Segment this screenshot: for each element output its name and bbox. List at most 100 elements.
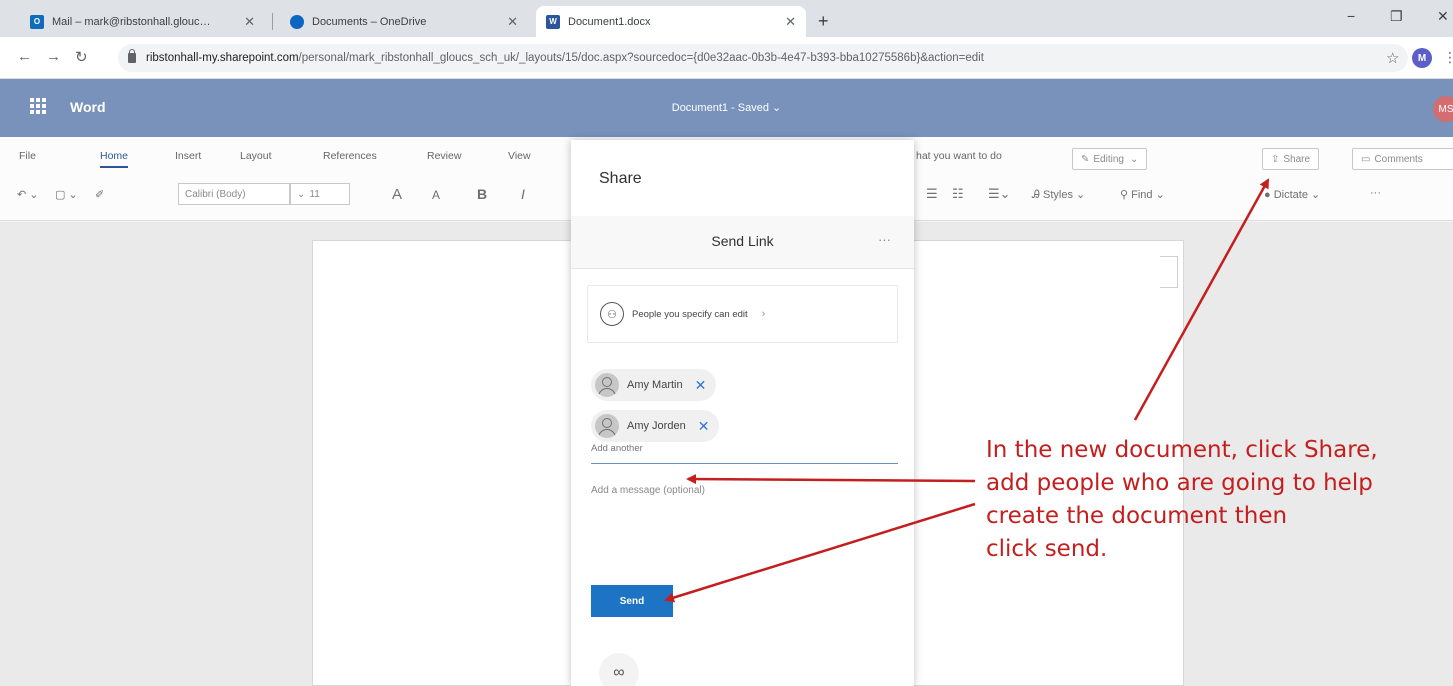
find-button[interactable]: ⚲ Find ⌄ bbox=[1120, 188, 1165, 201]
format-painter-icon[interactable]: ✐ bbox=[95, 188, 104, 201]
comments-button[interactable]: ▭ Comments bbox=[1352, 148, 1453, 170]
share-dialog: Share Send Link ··· ⚇ People you specify… bbox=[571, 140, 914, 686]
share-label: Share bbox=[1283, 153, 1311, 165]
document-title[interactable]: Document1 - Saved ⌄ bbox=[0, 101, 1453, 114]
chevron-right-icon: › bbox=[761, 308, 766, 320]
tab-mail[interactable]: O Mail – mark@ribstonhall.glouc… ✕ bbox=[20, 6, 265, 37]
chevron-down-icon: ⌄ bbox=[1129, 153, 1139, 165]
url-path: /personal/mark_ribstonhall_gloucs_sch_uk… bbox=[298, 52, 984, 64]
tab-layout[interactable]: Layout bbox=[240, 150, 272, 162]
annotation-line: create the document then bbox=[986, 503, 1288, 529]
paste-icon[interactable]: ▢ ⌄ bbox=[55, 188, 78, 201]
person-icon bbox=[595, 414, 619, 438]
copy-link-icon[interactable]: ∞ bbox=[599, 653, 639, 686]
minimize-icon[interactable]: − bbox=[1347, 8, 1355, 24]
share-dialog-title: Share bbox=[599, 170, 642, 187]
link-permission-button[interactable]: ⚇ People you specify can edit › bbox=[587, 285, 898, 343]
new-tab-button[interactable]: + bbox=[818, 12, 829, 30]
paragraph-icon[interactable]: ☰⌄ bbox=[988, 186, 1011, 202]
forward-icon[interactable]: → bbox=[46, 48, 61, 65]
permission-label: People you specify can edit bbox=[632, 308, 748, 320]
reload-icon[interactable]: ↻ bbox=[75, 48, 88, 66]
dictate-label: Dictate bbox=[1273, 189, 1308, 201]
lock-icon bbox=[128, 49, 136, 63]
tab-home[interactable]: Home bbox=[100, 150, 129, 168]
send-button[interactable]: Send bbox=[591, 585, 673, 617]
address-bar-row: ← → ↻ ribstonhall-my.sharepoint.com/pers… bbox=[0, 37, 1453, 79]
pencil-icon: ✎ bbox=[1081, 153, 1090, 165]
editing-label: Editing bbox=[1093, 153, 1124, 165]
styles-button[interactable]: Ꭿ Styles ⌄ bbox=[1032, 188, 1085, 202]
send-link-title: Send Link bbox=[711, 233, 774, 249]
grow-font-button[interactable]: A bbox=[392, 186, 402, 203]
recipient-name: Amy Martin bbox=[627, 379, 683, 391]
close-tab-icon[interactable]: ✕ bbox=[244, 14, 255, 30]
share-icon: ⇪ bbox=[1271, 153, 1280, 165]
editing-mode-button[interactable]: ✎ Editing ⌄ bbox=[1072, 148, 1148, 170]
instruction-annotation: In the new document, click Share, add pe… bbox=[986, 434, 1453, 566]
tab-file[interactable]: File bbox=[19, 150, 36, 162]
font-size-select[interactable]: ⌄ 11 bbox=[290, 183, 350, 205]
close-tab-icon[interactable]: ✕ bbox=[507, 14, 518, 30]
shrink-font-button[interactable]: A bbox=[432, 188, 440, 202]
styles-label: Styles bbox=[1043, 189, 1073, 201]
message-input[interactable]: Add a message (optional) bbox=[591, 485, 705, 496]
tab-review[interactable]: Review bbox=[427, 150, 461, 162]
chevron-down-icon: ⌄ bbox=[1311, 189, 1321, 201]
profile-avatar[interactable]: M bbox=[1412, 48, 1432, 68]
align-icon[interactable]: ☰ bbox=[926, 186, 938, 202]
annotation-line: In the new document, click Share, bbox=[986, 437, 1378, 463]
remove-recipient-icon[interactable]: ✕ bbox=[698, 418, 710, 435]
recipient-chip: Amy Jorden ✕ bbox=[591, 410, 720, 442]
bold-button[interactable]: B bbox=[477, 186, 487, 202]
styles-icon: Ꭿ bbox=[1032, 189, 1040, 201]
person-icon bbox=[595, 373, 619, 397]
restore-icon[interactable]: ❐ bbox=[1390, 8, 1403, 25]
italic-button[interactable]: I bbox=[521, 186, 525, 202]
tab-divider bbox=[272, 13, 273, 30]
close-tab-icon[interactable]: ✕ bbox=[785, 14, 796, 30]
undo-icon[interactable]: ↶ ⌄ bbox=[17, 188, 39, 201]
chevron-down-icon: ⌄ bbox=[1076, 189, 1086, 201]
tab-title: Mail – mark@ribstonhall.glouc… bbox=[52, 15, 211, 28]
tab-view[interactable]: View bbox=[508, 150, 531, 162]
bookmark-star-icon[interactable]: ☆ bbox=[1386, 49, 1399, 67]
recipient-name: Amy Jorden bbox=[627, 420, 686, 432]
chevron-down-icon: ⌄ bbox=[297, 188, 306, 200]
find-label: Find bbox=[1131, 189, 1153, 201]
tell-me-search[interactable]: hat you want to do bbox=[916, 150, 1002, 162]
onedrive-icon bbox=[290, 14, 304, 29]
comment-icon: ▭ bbox=[1361, 153, 1371, 165]
tab-references[interactable]: References bbox=[323, 150, 377, 162]
tab-title: Documents – OneDrive bbox=[312, 15, 427, 28]
tab-title: Document1.docx bbox=[568, 15, 651, 28]
url-input[interactable]: ribstonhall-my.sharepoint.com/personal/m… bbox=[118, 44, 1408, 72]
font-size-value: 11 bbox=[309, 188, 320, 200]
line-spacing-icon[interactable]: ☷ bbox=[952, 186, 964, 202]
dictate-button[interactable]: ● Dictate ⌄ bbox=[1264, 188, 1320, 201]
tab-document[interactable]: W Document1.docx ✕ bbox=[536, 6, 806, 37]
share-button[interactable]: ⇪ Share bbox=[1262, 148, 1320, 170]
remove-recipient-icon[interactable]: ✕ bbox=[695, 377, 707, 394]
browser-tab-strip: O Mail – mark@ribstonhall.glouc… ✕ Docum… bbox=[0, 0, 1453, 37]
back-icon[interactable]: ← bbox=[17, 48, 32, 65]
outlook-icon: O bbox=[30, 14, 44, 29]
page-marker bbox=[1160, 256, 1178, 288]
chevron-down-icon: ⌄ bbox=[1155, 189, 1165, 201]
close-window-icon[interactable]: ✕ bbox=[1437, 8, 1449, 25]
annotation-line: add people who are going to help bbox=[986, 470, 1373, 496]
recipient-chip: Amy Martin ✕ bbox=[591, 369, 717, 401]
browser-menu-icon[interactable]: ⋮ bbox=[1443, 49, 1453, 66]
word-icon: W bbox=[546, 14, 560, 29]
tab-onedrive[interactable]: Documents – OneDrive ✕ bbox=[280, 6, 528, 37]
more-options-icon[interactable]: ··· bbox=[1370, 187, 1381, 199]
user-avatar[interactable]: MS bbox=[1433, 96, 1453, 122]
more-options-icon[interactable]: ··· bbox=[878, 232, 891, 247]
add-recipient-input[interactable]: Add another bbox=[591, 440, 898, 464]
url-host: ribstonhall-my.sharepoint.com bbox=[146, 52, 299, 64]
search-icon: ⚲ bbox=[1120, 189, 1129, 201]
font-name-select[interactable]: Calibri (Body) bbox=[178, 183, 290, 205]
microphone-icon: ● bbox=[1264, 189, 1271, 201]
tab-insert[interactable]: Insert bbox=[175, 150, 201, 162]
people-icon: ⚇ bbox=[600, 302, 624, 326]
